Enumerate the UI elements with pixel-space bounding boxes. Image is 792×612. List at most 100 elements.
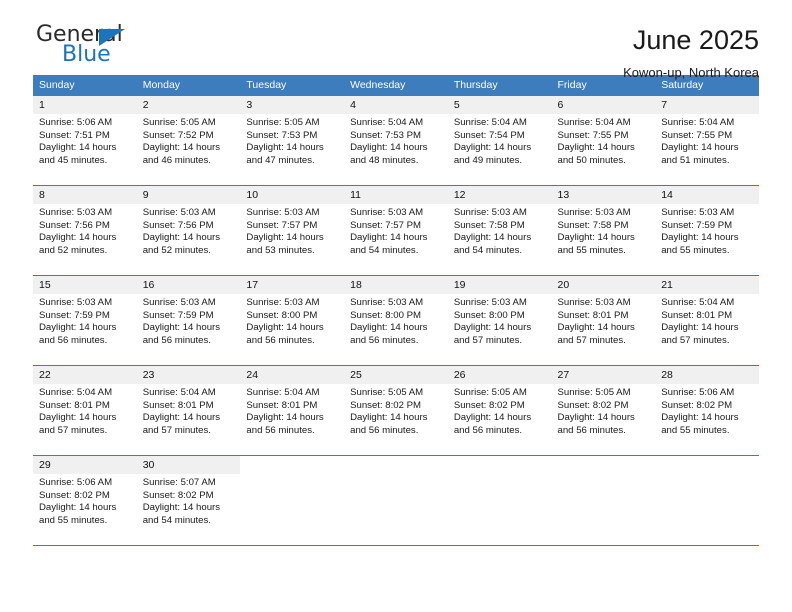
- day-number[interactable]: 16: [136, 276, 241, 294]
- day-number[interactable]: 17: [240, 276, 345, 294]
- day-number[interactable]: 27: [551, 366, 656, 384]
- day-details: Sunrise: 5:03 AM Sunset: 8:00 PM Daylight:…: [240, 294, 345, 365]
- day-number[interactable]: 8: [33, 186, 137, 204]
- day-number[interactable]: 3: [240, 96, 345, 114]
- day-sunrise-text: Sunrise: 5:05 AM: [557, 387, 631, 398]
- day-sunrise-text: Sunrise: 5:03 AM: [453, 207, 527, 218]
- day-details: Sunrise: 5:04 AM Sunset: 7:55 PM Daylight:…: [655, 114, 759, 185]
- day-daylight2-text: and 47 minutes.: [246, 154, 315, 166]
- day-daylight2-text: and 57 minutes.: [557, 334, 626, 346]
- day-number[interactable]: 11: [344, 186, 448, 204]
- day-daylight2-text: and 52 minutes.: [39, 244, 108, 256]
- day-number[interactable]: 24: [240, 366, 345, 384]
- day-number[interactable]: 25: [344, 366, 448, 384]
- day-daylight2-text: and 54 minutes.: [453, 244, 523, 256]
- day-sunrise-text: Sunrise: 5:03 AM: [246, 207, 320, 218]
- day-number[interactable]: 1: [33, 96, 137, 114]
- day-daylight1-text: Daylight: 14 hours: [246, 232, 324, 244]
- day-sunset-text: Sunset: 8:02 PM: [557, 399, 629, 411]
- day-number[interactable]: 28: [655, 366, 759, 384]
- day-number[interactable]: 21: [655, 276, 759, 294]
- calendar-page: General Blue June 2025 Kowon-up, North K…: [0, 0, 792, 612]
- day-details: Sunrise: 5:05 AM Sunset: 8:02 PM Daylight:…: [447, 384, 552, 455]
- empty-day-cell: [655, 474, 759, 545]
- day-sunrise-text: Sunrise: 5:03 AM: [246, 297, 320, 308]
- day-daylight1-text: Daylight: 14 hours: [142, 232, 221, 244]
- day-sunset-text: Sunset: 8:02 PM: [453, 399, 525, 411]
- day-daylight2-text: and 55 minutes.: [661, 244, 730, 256]
- day-daylight1-text: Daylight: 14 hours: [39, 232, 117, 244]
- day-daylight1-text: Daylight: 14 hours: [453, 322, 532, 334]
- day-sunset-text: Sunset: 8:02 PM: [350, 399, 422, 411]
- day-details: Sunrise: 5:03 AM Sunset: 7:58 PM Daylight:…: [551, 204, 656, 275]
- day-number[interactable]: 26: [447, 366, 552, 384]
- day-sunset-text: Sunset: 7:58 PM: [453, 219, 525, 231]
- day-number[interactable]: 19: [447, 276, 552, 294]
- empty-day-cell: [655, 456, 759, 474]
- day-number[interactable]: 15: [33, 276, 137, 294]
- day-daylight2-text: and 55 minutes.: [661, 424, 730, 436]
- day-daylight1-text: Daylight: 14 hours: [350, 412, 428, 424]
- day-daylight1-text: Daylight: 14 hours: [246, 412, 324, 424]
- day-details: Sunrise: 5:03 AM Sunset: 8:01 PM Daylight:…: [551, 294, 656, 365]
- day-sunrise-text: Sunrise: 5:03 AM: [350, 297, 424, 308]
- day-details: Sunrise: 5:05 AM Sunset: 7:52 PM Daylight:…: [136, 114, 241, 185]
- day-sunrise-text: Sunrise: 5:05 AM: [246, 117, 320, 128]
- day-sunset-text: Sunset: 7:51 PM: [39, 129, 110, 141]
- day-sunset-text: Sunset: 7:57 PM: [246, 219, 318, 231]
- day-number[interactable]: 22: [33, 366, 137, 384]
- day-details: Sunrise: 5:05 AM Sunset: 7:53 PM Daylight:…: [240, 114, 345, 185]
- day-sunset-text: Sunset: 7:56 PM: [142, 219, 214, 231]
- day-sunset-text: Sunset: 7:52 PM: [142, 129, 214, 141]
- day-number[interactable]: 10: [240, 186, 345, 204]
- day-daylight1-text: Daylight: 14 hours: [350, 142, 428, 154]
- day-number[interactable]: 20: [551, 276, 656, 294]
- day-daylight2-text: and 57 minutes.: [453, 334, 523, 346]
- page-header: General Blue June 2025 Kowon-up, North K…: [33, 0, 759, 80]
- day-number[interactable]: 4: [344, 96, 448, 114]
- day-details: Sunrise: 5:07 AM Sunset: 8:02 PM Daylight:…: [136, 474, 241, 545]
- day-details: Sunrise: 5:03 AM Sunset: 7:56 PM Daylight:…: [33, 204, 137, 275]
- day-details: Sunrise: 5:03 AM Sunset: 7:58 PM Daylight:…: [447, 204, 552, 275]
- day-sunrise-text: Sunrise: 5:03 AM: [453, 297, 527, 308]
- day-number[interactable]: 2: [136, 96, 241, 114]
- day-details: Sunrise: 5:05 AM Sunset: 8:02 PM Daylight:…: [551, 384, 656, 455]
- day-daylight2-text: and 56 minutes.: [350, 424, 419, 436]
- day-number[interactable]: 30: [136, 456, 241, 474]
- day-sunrise-text: Sunrise: 5:04 AM: [246, 387, 320, 398]
- empty-day-cell: [240, 474, 345, 545]
- day-number[interactable]: 7: [655, 96, 759, 114]
- day-number[interactable]: 6: [551, 96, 656, 114]
- day-details: Sunrise: 5:03 AM Sunset: 8:00 PM Daylight:…: [447, 294, 552, 365]
- day-number[interactable]: 12: [447, 186, 552, 204]
- day-number[interactable]: 5: [447, 96, 552, 114]
- day-daylight2-text: and 57 minutes.: [39, 424, 108, 436]
- day-number[interactable]: 13: [551, 186, 656, 204]
- week-daynumber-row: 15 16 17 18 19 20 21: [33, 276, 759, 294]
- day-number[interactable]: 18: [344, 276, 448, 294]
- day-daylight2-text: and 56 minutes.: [350, 334, 419, 346]
- day-daylight1-text: Daylight: 14 hours: [557, 142, 635, 154]
- day-sunrise-text: Sunrise: 5:03 AM: [557, 207, 631, 218]
- day-sunrise-text: Sunrise: 5:04 AM: [661, 297, 735, 308]
- day-details: Sunrise: 5:04 AM Sunset: 7:54 PM Daylight:…: [447, 114, 552, 185]
- day-sunset-text: Sunset: 7:57 PM: [350, 219, 422, 231]
- day-details: Sunrise: 5:03 AM Sunset: 8:00 PM Daylight:…: [344, 294, 448, 365]
- week-daynumber-row: 8 9 10 11 12 13 14: [33, 186, 759, 204]
- day-daylight2-text: and 48 minutes.: [350, 154, 419, 166]
- day-details: Sunrise: 5:06 AM Sunset: 8:02 PM Daylight:…: [33, 474, 137, 545]
- week-daynumber-row: 22 23 24 25 26 27 28: [33, 366, 759, 384]
- day-sunrise-text: Sunrise: 5:03 AM: [39, 207, 113, 218]
- day-number[interactable]: 29: [33, 456, 137, 474]
- day-number[interactable]: 23: [136, 366, 241, 384]
- day-sunset-text: Sunset: 8:01 PM: [661, 309, 733, 321]
- day-number[interactable]: 9: [136, 186, 241, 204]
- empty-day-cell: [447, 456, 552, 474]
- day-sunset-text: Sunset: 7:59 PM: [39, 309, 110, 321]
- day-daylight1-text: Daylight: 14 hours: [246, 142, 324, 154]
- day-sunset-text: Sunset: 7:58 PM: [557, 219, 629, 231]
- day-daylight2-text: and 55 minutes.: [39, 514, 108, 526]
- day-daylight1-text: Daylight: 14 hours: [39, 142, 117, 154]
- general-blue-logo[interactable]: General Blue: [33, 24, 143, 70]
- day-number[interactable]: 14: [655, 186, 759, 204]
